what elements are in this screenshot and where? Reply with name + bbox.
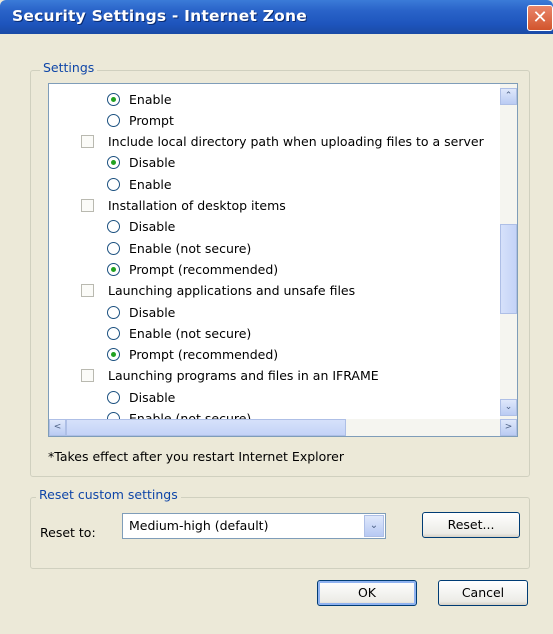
setting-option[interactable]: Enable (not secure): [107, 323, 251, 343]
radio-button[interactable]: [107, 156, 120, 170]
option-label: Disable: [129, 155, 176, 171]
dropdown-arrow-icon[interactable]: ⌄: [364, 515, 384, 537]
restart-note: *Takes effect after you restart Internet…: [48, 449, 344, 464]
option-label: Enable: [129, 176, 172, 192]
settings-listbox[interactable]: Enable Prompt Include local directory path…: [48, 83, 518, 437]
option-label: Disable: [129, 304, 176, 320]
scroll-up-button[interactable]: ⌃: [500, 88, 517, 105]
setting-header: Installation of desktop items: [81, 196, 286, 216]
reset-button[interactable]: Reset...: [422, 512, 520, 538]
scroll-down-button[interactable]: ⌄: [500, 399, 517, 416]
setting-header: Include local directory path when upload…: [81, 132, 484, 152]
vertical-scrollbar[interactable]: ⌃ ⌄: [500, 84, 517, 420]
radio-button[interactable]: [107, 305, 120, 319]
cancel-button[interactable]: Cancel: [438, 580, 528, 606]
reset-level-value: Medium-high (default): [129, 518, 269, 533]
radio-button[interactable]: [107, 348, 120, 362]
setting-header-label: Installation of desktop items: [108, 198, 286, 213]
horizontal-scroll-thumb[interactable]: [66, 419, 346, 436]
setting-option[interactable]: Enable (not secure): [107, 238, 251, 258]
radio-button[interactable]: [107, 113, 120, 127]
setting-option[interactable]: Enable: [107, 89, 172, 109]
setting-header: Launching applications and unsafe files: [81, 281, 355, 301]
setting-header-label: Include local directory path when upload…: [108, 134, 484, 150]
window-title: Security Settings - Internet Zone: [12, 7, 307, 25]
option-label: Enable: [129, 91, 172, 107]
setting-category-icon: [81, 369, 94, 383]
security-settings-dialog: Security Settings - Internet Zone ✕ Sett…: [0, 0, 553, 634]
radio-button[interactable]: [107, 177, 120, 191]
setting-category-icon: [81, 135, 94, 149]
radio-button[interactable]: [107, 220, 120, 234]
option-label: Disable: [129, 219, 176, 235]
option-label: Enable (not secure): [129, 325, 252, 341]
reset-to-label: Reset to:: [40, 525, 96, 540]
setting-option[interactable]: Disable: [107, 153, 175, 173]
option-label: Prompt: [129, 112, 174, 128]
radio-button[interactable]: [107, 241, 120, 255]
close-button[interactable]: ✕: [527, 5, 553, 31]
setting-option[interactable]: Enable: [107, 174, 172, 194]
setting-category-icon: [81, 199, 94, 212]
setting-option[interactable]: Prompt (recommended): [107, 259, 278, 279]
reset-group-label: Reset custom settings: [36, 487, 181, 502]
close-icon: ✕: [532, 7, 548, 28]
setting-option[interactable]: Prompt (recommended): [107, 345, 278, 365]
setting-header: Launching programs and files in an IFRAM…: [81, 366, 379, 386]
title-bar[interactable]: Security Settings - Internet Zone ✕: [0, 0, 553, 34]
vertical-scroll-thumb[interactable]: [500, 224, 517, 314]
option-label: Enable (not secure): [129, 240, 252, 256]
setting-header-label: Launching programs and files in an IFRAM…: [108, 368, 379, 384]
reset-level-select[interactable]: Medium-high (default) ⌄: [122, 513, 386, 539]
option-label: Prompt (recommended): [129, 347, 279, 363]
setting-option[interactable]: Disable: [107, 217, 175, 237]
setting-header-label: Launching applications and unsafe files: [108, 283, 356, 299]
scroll-left-button[interactable]: <: [49, 419, 66, 436]
setting-category-icon: [81, 284, 94, 298]
radio-button[interactable]: [107, 390, 120, 404]
radio-button[interactable]: [107, 326, 120, 340]
option-label: Prompt (recommended): [129, 261, 279, 277]
setting-option[interactable]: Disable: [107, 387, 175, 407]
option-label: Disable: [129, 389, 176, 405]
radio-button[interactable]: [107, 92, 120, 106]
setting-option[interactable]: Prompt: [107, 110, 174, 130]
scroll-right-button[interactable]: >: [500, 419, 517, 436]
settings-group-label: Settings: [40, 60, 98, 75]
radio-button[interactable]: [107, 262, 120, 276]
horizontal-scrollbar[interactable]: < >: [49, 419, 517, 436]
ok-button[interactable]: OK: [317, 580, 417, 606]
setting-option[interactable]: Disable: [107, 302, 175, 322]
